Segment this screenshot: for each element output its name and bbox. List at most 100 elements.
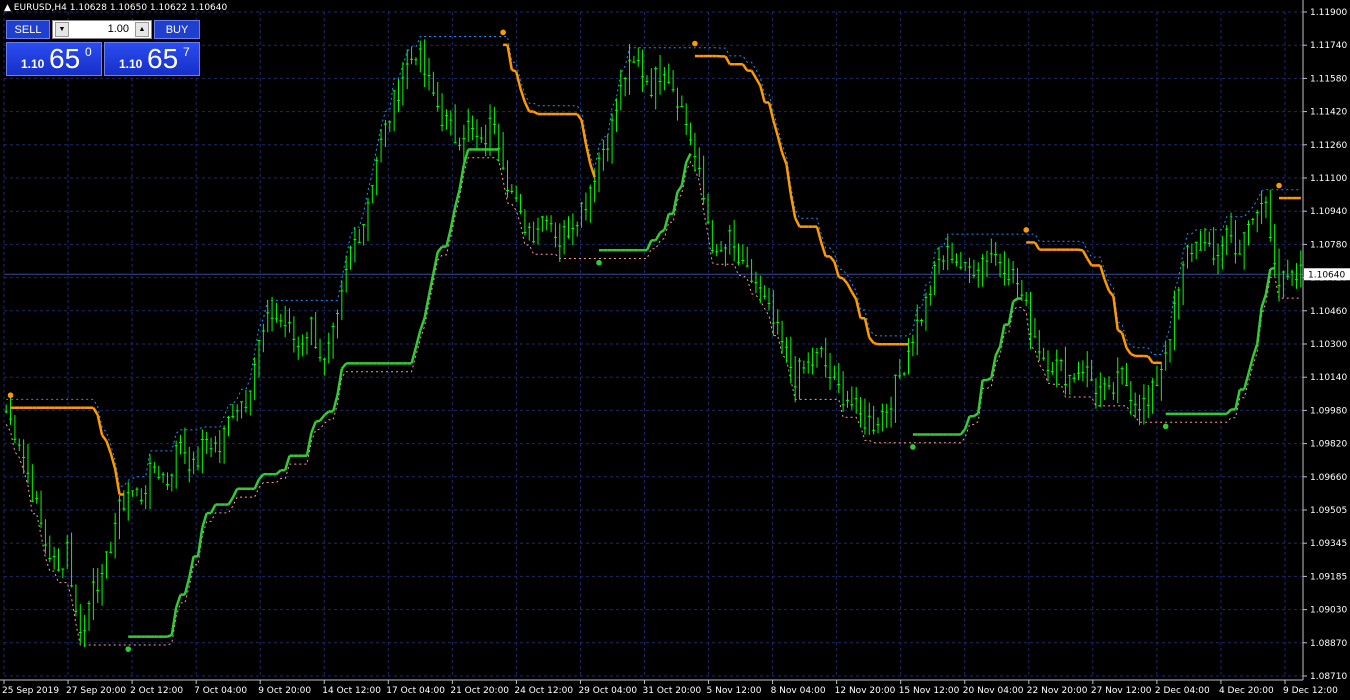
trend-stop-line: [754, 77, 762, 87]
trend-stop-line: [414, 330, 422, 348]
price-tick-label: 1.11100: [1310, 174, 1347, 184]
trend-stop-line: [305, 432, 313, 456]
trend-stop-line: [829, 255, 836, 263]
trend-stop-line: [785, 164, 793, 195]
trend-stop-line: [275, 469, 282, 476]
trend-stop-line: [331, 394, 339, 412]
trend-stop-line: [1225, 408, 1232, 415]
buy-button[interactable]: BUY: [154, 20, 200, 39]
trend-stop-line: [209, 503, 217, 514]
trend-stop-line: [101, 434, 108, 442]
trend-stop-line: [1108, 290, 1115, 297]
price-tick-label: 1.11740: [1310, 41, 1347, 51]
trend-stop-line: [423, 294, 431, 318]
trend-stop-line: [794, 217, 801, 228]
trend-stop-line: [319, 414, 326, 422]
time-tick-label: 17 Oct 04:00: [386, 686, 445, 696]
chart-title: ▲ EURUSD,H4 1.10628 1.10650 1.10622 1.10…: [4, 3, 227, 13]
trend-stop-line: [1012, 297, 1019, 303]
trend-stop-line: [532, 110, 539, 116]
time-tick-label: 22 Nov 20:00: [1027, 686, 1088, 696]
time-tick-label: 2 Oct 12:00: [130, 686, 183, 696]
trend-stop-line: [432, 251, 439, 274]
sell-signal-dot: [692, 40, 698, 47]
time-tick-label: 29 Oct 04:00: [578, 686, 637, 696]
trend-stop-line: [258, 473, 265, 481]
triangle-up-icon: ▲: [4, 3, 11, 13]
buy-signal-dot: [1162, 423, 1169, 430]
time-tick-label: 20 Nov 04:00: [963, 686, 1024, 696]
buy-price-prefix: 1.10: [119, 57, 143, 71]
lot-decrease-icon[interactable]: ▼: [55, 22, 69, 37]
trend-stop-line: [1125, 347, 1132, 355]
sell-button[interactable]: SELL: [6, 20, 50, 39]
time-tick-label: 4 Dec 20:00: [1219, 686, 1274, 696]
trend-stop-line: [109, 452, 117, 470]
time-tick-label: 5 Nov 12:00: [707, 686, 762, 696]
buy-price-button[interactable]: 1.10 65 7: [104, 42, 200, 76]
time-tick-label: 15 Nov 12:00: [899, 686, 960, 696]
trend-stop-line: [850, 291, 858, 300]
price-tick-label: 1.10780: [1310, 240, 1347, 250]
trend-stop-line: [776, 135, 784, 153]
price-tick-label: 1.09505: [1310, 506, 1347, 516]
lot-increase-icon[interactable]: ▲: [135, 22, 149, 37]
price-tick-label: 1.11260: [1310, 141, 1347, 151]
time-tick-label: 7 Oct 04:00: [194, 686, 247, 696]
price-tick-label: 1.10300: [1310, 340, 1347, 350]
trend-stop-line: [1033, 241, 1041, 251]
time-tick-label: 24 Oct 12:00: [514, 686, 573, 696]
lot-size-input[interactable]: 1.00: [71, 21, 133, 38]
buy-signal-dot: [125, 646, 132, 652]
trend-stop-line: [1260, 293, 1268, 308]
trend-stop-line: [1120, 332, 1128, 349]
time-tick-label: 21 Oct 20:00: [450, 686, 509, 696]
trend-stop-line: [685, 153, 692, 163]
price-tick-label: 1.11580: [1310, 74, 1347, 84]
sell-price-fraction: 0: [85, 45, 92, 59]
trend-stop-line: [645, 239, 653, 251]
trend-stop-line: [227, 496, 234, 506]
trend-stop-line: [963, 415, 971, 430]
price-tick-label: 1.09980: [1310, 406, 1347, 416]
one-click-trading-panel: SELL ▼ 1.00 ▲ BUY 1.10 65 0 1.10 65 7: [6, 20, 200, 76]
trend-stop-line: [1103, 279, 1111, 292]
trend-stop-line: [201, 512, 208, 528]
trend-stop-line: [772, 120, 779, 137]
trend-stop-line: [671, 191, 679, 215]
price-chart[interactable]: 1.11900 1.11740 1.11580 1.11420 1.11260 1.111…: [0, 0, 1350, 700]
sell-signal-dot: [7, 392, 14, 399]
price-tick-label: 1.10940: [1310, 207, 1347, 217]
trend-stop-line: [253, 478, 261, 490]
upper-channel-line: [6, 36, 1301, 487]
trend-stop-line: [453, 189, 461, 208]
sell-price-prefix: 1.10: [21, 57, 45, 71]
price-tick-label: 1.09345: [1310, 539, 1347, 549]
trend-stop-line: [873, 341, 879, 346]
trend-stop-line: [820, 242, 827, 257]
time-tick-label: 12 Nov 20:00: [835, 686, 896, 696]
trend-stop-line: [462, 149, 470, 165]
time-tick-label: 2 Dec 04:00: [1155, 686, 1210, 696]
trend-stop-line: [986, 377, 992, 382]
trend-stop-line: [336, 368, 344, 396]
trend-stop-line: [105, 440, 112, 454]
trend-stop-line: [1086, 257, 1093, 267]
buy-signal-dot: [596, 259, 602, 266]
price-tick-label: 1.08710: [1310, 672, 1347, 682]
trend-stop-line: [994, 346, 1002, 357]
current-price-label: 1.10640: [1308, 270, 1345, 280]
trend-stop-line: [654, 232, 662, 241]
price-tick-label: 1.11420: [1310, 108, 1347, 118]
price-tick-label: 1.11900: [1310, 8, 1347, 18]
trend-stop-line: [167, 633, 173, 638]
trend-stop-line: [1130, 352, 1136, 358]
price-tick-label: 1.09030: [1310, 606, 1347, 616]
lot-size-control: ▼ 1.00 ▲: [52, 20, 152, 39]
trend-stop-line: [663, 213, 670, 231]
time-tick-label: 27 Sep 20:00: [66, 686, 126, 696]
buy-price-fraction: 7: [183, 45, 190, 59]
sell-price-button[interactable]: 1.10 65 0: [6, 42, 102, 76]
chart-window[interactable]: 1.11900 1.11740 1.11580 1.11420 1.11260 1.111…: [0, 0, 1350, 700]
time-tick-label: 31 Oct 20:00: [643, 686, 702, 696]
